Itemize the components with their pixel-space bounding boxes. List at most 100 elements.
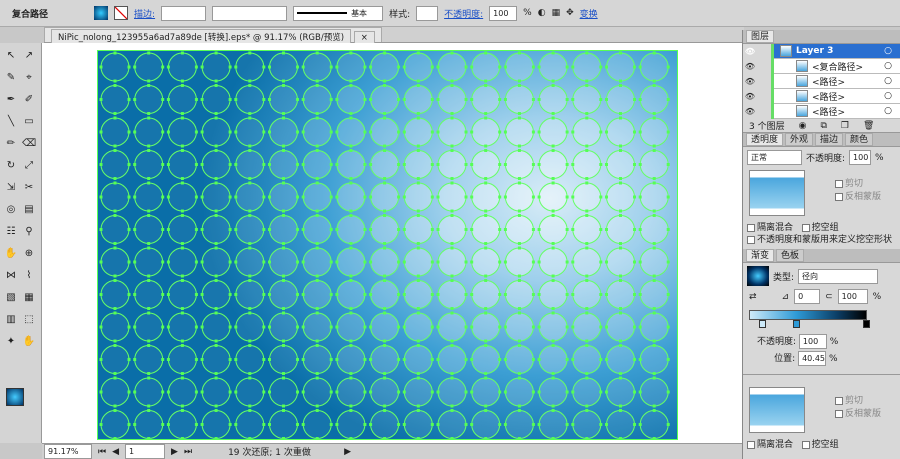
reverse-gradient-icon[interactable]: ⇄ <box>749 292 757 302</box>
stroke-swatch[interactable] <box>114 6 129 20</box>
stroke-link[interactable]: 描边: <box>134 7 155 20</box>
tool-button[interactable]: ✦ <box>4 335 18 349</box>
location-field[interactable]: 40.45 <box>798 351 827 366</box>
tool-button[interactable]: ⌫ <box>22 137 36 151</box>
tab-layers[interactable]: 图层 <box>746 30 775 43</box>
align-icon[interactable]: ▦ <box>552 8 561 18</box>
first-page-icon[interactable]: ⏮ <box>98 447 106 457</box>
lock-toggle[interactable] <box>757 88 771 104</box>
locate-icon[interactable]: ◉ <box>799 121 807 131</box>
tool-button[interactable]: ▧ <box>4 291 18 305</box>
tool-button[interactable]: ⋈ <box>4 269 18 283</box>
layer-row[interactable]: 👁 Layer 3 ○ <box>743 43 900 59</box>
last-page-icon[interactable]: ⏭ <box>184 447 192 457</box>
tool-button[interactable]: ▤ <box>22 203 36 217</box>
tool-button[interactable]: ☷ <box>4 225 18 239</box>
tool-button[interactable]: ⇲ <box>4 181 18 195</box>
variable-width-field[interactable] <box>212 5 288 21</box>
tool-button[interactable]: ✂ <box>22 181 36 195</box>
page-select[interactable]: 1 <box>125 444 166 459</box>
angle-field[interactable]: 0 <box>794 289 821 304</box>
tool-button[interactable]: ✎ <box>4 71 18 85</box>
panel-tab[interactable]: 外观 <box>785 133 814 146</box>
tool-button[interactable]: ↻ <box>4 159 18 173</box>
opacity-field[interactable]: 100 <box>489 5 518 21</box>
tool-button[interactable]: ⬚ <box>22 313 36 327</box>
panel-tab[interactable]: 描边 <box>815 133 844 146</box>
knockout-group-checkbox[interactable]: 挖空组 <box>812 223 839 233</box>
panel-tab[interactable]: 渐变 <box>746 249 775 262</box>
visibility-icon[interactable]: 👁 <box>743 73 757 89</box>
isolate-blend-checkbox[interactable]: 隔离混合 <box>757 223 793 233</box>
clip-checkbox[interactable]: 剪切 <box>845 179 863 189</box>
layer-row[interactable]: 👁 <路径> ○ <box>743 88 900 104</box>
target-icon[interactable]: ○ <box>884 91 892 101</box>
document-tab[interactable]: NiPic_nolong_123955a6ad7a89de [转换].eps* … <box>44 27 382 46</box>
gradient-slider[interactable] <box>749 310 867 320</box>
tool-button[interactable]: ✐ <box>22 93 36 107</box>
tool-button[interactable]: ⚲ <box>22 225 36 239</box>
opacity-field[interactable]: 100 <box>849 150 872 165</box>
tool-button[interactable]: ⌇ <box>22 269 36 283</box>
panel-tab[interactable]: 透明度 <box>746 133 784 146</box>
blend-mode-select[interactable]: 正常 <box>747 150 802 165</box>
color-stop[interactable] <box>863 320 870 328</box>
style-select[interactable] <box>416 5 439 21</box>
gradient-swatch[interactable] <box>747 266 769 286</box>
tool-button[interactable]: ▥ <box>4 313 18 327</box>
next-page-icon[interactable]: ▶ <box>171 447 178 457</box>
clip-checkbox-2[interactable]: 剪切 <box>845 396 863 406</box>
status-menu-icon[interactable]: ▶ <box>344 447 351 457</box>
tool-button[interactable]: ◎ <box>4 203 18 217</box>
visibility-icon[interactable]: 👁 <box>743 88 757 104</box>
knockout-group-checkbox-2[interactable]: 挖空组 <box>812 440 839 450</box>
visibility-icon[interactable]: 👁 <box>743 103 757 119</box>
lock-toggle[interactable] <box>757 103 771 119</box>
fill-color-swatch[interactable] <box>6 388 24 406</box>
tool-button[interactable]: ✏ <box>4 137 18 151</box>
clip-mask-icon[interactable]: ⧉ <box>820 121 826 131</box>
panel-tab[interactable]: 颜色 <box>845 133 874 146</box>
recolor-icon[interactable]: ◐ <box>538 8 546 18</box>
isolate-blend-checkbox-2[interactable]: 隔离混合 <box>757 440 793 450</box>
tool-button[interactable]: ⊕ <box>22 247 36 261</box>
tool-button[interactable]: ⌖ <box>22 71 36 85</box>
lock-toggle[interactable] <box>757 73 771 89</box>
tool-button[interactable]: ✒ <box>4 93 18 107</box>
layer-row[interactable]: 👁 <复合路径> ○ <box>743 58 900 74</box>
opacity-mask-knockout-checkbox[interactable]: 不透明度和蒙版用来定义挖空形状 <box>757 235 892 245</box>
lock-toggle[interactable] <box>757 43 771 59</box>
tool-button[interactable]: ⤢ <box>22 159 36 173</box>
opacity-link[interactable]: 不透明度: <box>444 7 483 20</box>
artboard[interactable] <box>97 50 678 440</box>
tool-button[interactable]: ▭ <box>22 115 36 129</box>
tool-button[interactable]: ✋ <box>4 247 18 261</box>
stop-opacity-field[interactable]: 100 <box>798 334 827 349</box>
layer-row[interactable]: 👁 <路径> ○ <box>743 103 900 119</box>
target-icon[interactable]: ○ <box>884 46 892 56</box>
invert-mask-checkbox[interactable]: 反相蒙版 <box>845 192 881 202</box>
prev-page-icon[interactable]: ◀ <box>112 447 119 457</box>
aspect-field[interactable]: 100 <box>837 289 868 304</box>
stroke-weight-field[interactable] <box>161 5 207 21</box>
target-icon[interactable]: ○ <box>884 76 892 86</box>
new-layer-icon[interactable]: ❐ <box>841 121 849 131</box>
transform-link[interactable]: 变换 <box>580 7 598 20</box>
target-icon[interactable]: ○ <box>884 106 892 116</box>
color-stop[interactable] <box>793 320 800 328</box>
tool-button[interactable]: ✋ <box>22 335 36 349</box>
zoom-select[interactable]: 91.17% <box>44 444 92 459</box>
gradient-type-select[interactable]: 径向 <box>798 268 879 284</box>
isolate-icon[interactable]: ✥ <box>566 8 574 18</box>
tool-button[interactable]: ▦ <box>22 291 36 305</box>
stroke-profile-select[interactable]: 基本 <box>293 5 384 21</box>
layer-row[interactable]: 👁 <路径> ○ <box>743 73 900 89</box>
tool-button[interactable]: ↖ <box>4 49 18 63</box>
fill-swatch[interactable] <box>94 6 109 20</box>
delete-icon[interactable]: 🗑 <box>863 121 874 131</box>
visibility-icon[interactable]: 👁 <box>743 58 757 74</box>
target-icon[interactable]: ○ <box>884 61 892 71</box>
panel-tab[interactable]: 色板 <box>776 249 805 262</box>
invert-mask-checkbox-2[interactable]: 反相蒙版 <box>845 409 881 419</box>
visibility-icon[interactable]: 👁 <box>743 43 757 59</box>
